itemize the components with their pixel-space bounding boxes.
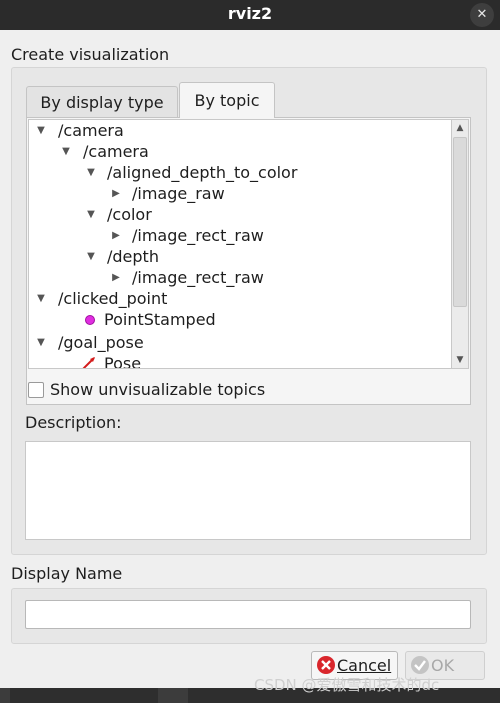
expand-arrow-icon[interactable]: ▼ — [35, 332, 47, 353]
description-label: Description: — [25, 413, 122, 432]
tree-item-label: /goal_pose — [58, 333, 144, 352]
show-unvisualizable-label[interactable]: Show unvisualizable topics — [50, 380, 265, 399]
tree-item-label: /clicked_point — [58, 289, 168, 308]
tree-item-label: PointStamped — [104, 310, 216, 329]
scroll-up-arrow-icon[interactable]: ▲ — [452, 120, 468, 136]
tree-item-label: /image_rect_raw — [132, 226, 264, 245]
watermark-text: CSDN @爱傲雪和技术的dc — [254, 676, 440, 694]
point-stamped-icon — [85, 315, 95, 325]
display-name-input[interactable] — [25, 600, 471, 629]
tab-by-display-type[interactable]: By display type — [26, 86, 178, 118]
expand-arrow-icon[interactable]: ▼ — [60, 141, 72, 162]
close-icon[interactable]: ✕ — [470, 3, 494, 27]
expand-arrow-icon[interactable]: ▼ — [85, 246, 97, 267]
collapsed-arrow-icon[interactable]: ▶ — [110, 225, 122, 246]
collapsed-arrow-icon[interactable]: ▶ — [110, 267, 122, 288]
window-title: rviz2 — [227, 4, 273, 23]
scroll-thumb[interactable] — [453, 137, 467, 307]
description-text-area — [25, 441, 471, 540]
tree-scrollbar[interactable]: ▲ ▼ — [452, 119, 469, 369]
cancel-icon — [317, 656, 335, 674]
tree-item-label: /image_rect_raw — [132, 268, 264, 287]
expand-arrow-icon[interactable]: ▼ — [35, 288, 47, 309]
expand-arrow-icon[interactable]: ▼ — [85, 162, 97, 183]
display-name-label: Display Name — [11, 564, 123, 583]
topic-tree[interactable]: ▼ /camera ▼ /camera ▼ /aligned_depth_to_… — [28, 119, 452, 369]
tree-item-label: /depth — [107, 247, 159, 266]
pose-arrow-icon — [82, 357, 95, 368]
tree-item-label: Pose — [104, 354, 142, 369]
tree-item-label: /aligned_depth_to_color — [107, 163, 298, 182]
tree-item-label: /color — [107, 205, 152, 224]
create-visualization-label: Create visualization — [11, 45, 170, 64]
expand-arrow-icon[interactable]: ▼ — [35, 120, 47, 141]
tab-by-topic[interactable]: By topic — [179, 82, 275, 118]
expand-arrow-icon[interactable]: ▼ — [85, 204, 97, 225]
show-unvisualizable-checkbox[interactable] — [28, 382, 44, 398]
ok-check-icon — [411, 656, 429, 674]
tree-item-label: /camera — [83, 142, 149, 161]
window-titlebar: rviz2 ✕ — [0, 0, 500, 30]
tree-item-label: /camera — [58, 121, 124, 140]
collapsed-arrow-icon[interactable]: ▶ — [110, 183, 122, 204]
scroll-down-arrow-icon[interactable]: ▼ — [452, 352, 468, 368]
tree-item-label: /image_raw — [132, 184, 225, 203]
